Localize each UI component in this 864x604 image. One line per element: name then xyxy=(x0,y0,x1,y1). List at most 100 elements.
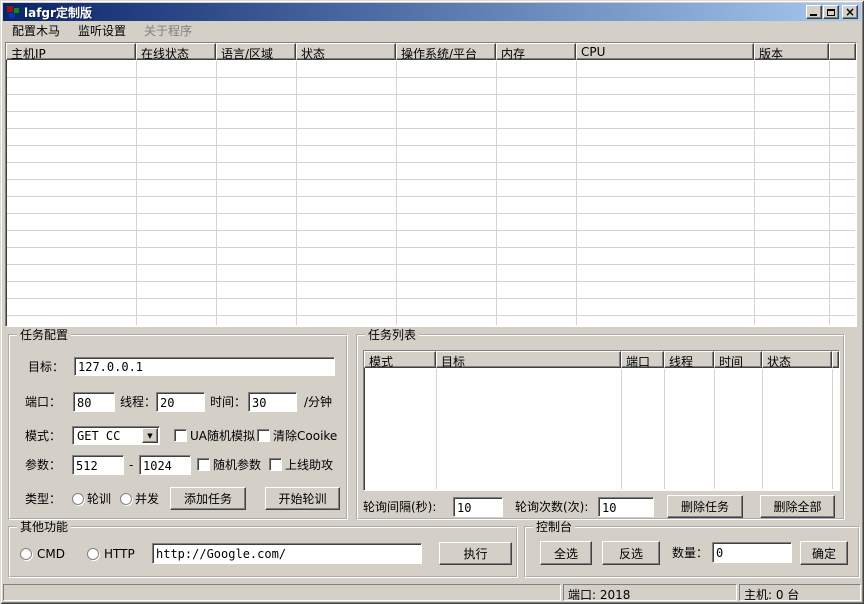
host-column-header[interactable]: 版本 xyxy=(754,43,829,60)
task-list-group: 任务列表 模式目标端口线程时间状态 轮询间隔(秒): 轮询次数(次): 删除任务… xyxy=(356,334,845,520)
status-panel-port: 端口: 2018 xyxy=(563,584,737,601)
param-label: 参数： xyxy=(25,455,61,475)
chevron-down-icon[interactable]: ▼ xyxy=(142,428,158,443)
thread-label: 线程： xyxy=(120,392,156,412)
poll-interval-input[interactable] xyxy=(453,497,503,517)
cmd-radio-label: CMD xyxy=(37,544,65,564)
column-grid-line xyxy=(216,61,217,325)
column-grid-line xyxy=(396,61,397,325)
round-training-radio[interactable] xyxy=(72,493,84,505)
host-column-header[interactable]: CPU xyxy=(576,43,754,60)
task-list-body[interactable] xyxy=(365,369,838,489)
column-grid-line xyxy=(576,61,577,325)
task-column-header[interactable] xyxy=(832,351,839,368)
delete-all-button[interactable]: 删除全部 xyxy=(760,495,835,518)
task-column-header[interactable]: 状态 xyxy=(762,351,832,368)
poll-count-label: 轮询次数(次): xyxy=(515,497,588,517)
http-radio-label: HTTP xyxy=(104,544,135,564)
time-input[interactable] xyxy=(248,392,297,412)
port-input[interactable] xyxy=(73,392,115,412)
target-input[interactable] xyxy=(74,357,335,376)
task-column-header[interactable]: 目标 xyxy=(436,351,621,368)
task-column-header[interactable]: 模式 xyxy=(364,351,436,368)
host-list-header: 主机IP在线状态语言/区域状态操作系统/平台内存CPU版本 xyxy=(6,43,856,60)
port-label: 端口： xyxy=(25,392,61,412)
confirm-button[interactable]: 确定 xyxy=(800,541,848,565)
minimize-button[interactable] xyxy=(806,5,822,19)
add-task-button[interactable]: 添加任务 xyxy=(170,487,246,510)
column-grid-line xyxy=(621,369,622,489)
app-icon xyxy=(6,5,20,19)
other-functions-group: 其他功能 CMD HTTP 执行 xyxy=(8,526,518,578)
task-column-header[interactable]: 端口 xyxy=(621,351,664,368)
random-param-checkbox[interactable] xyxy=(197,458,210,471)
titlebar[interactable]: lafgr定制版 × xyxy=(3,3,861,21)
titlebar-buttons: × xyxy=(805,5,858,19)
cmd-radio[interactable] xyxy=(20,548,32,560)
clear-cookie-checkbox-label: 清除Cooike xyxy=(273,426,337,446)
host-column-header[interactable] xyxy=(829,43,856,60)
poll-count-input[interactable] xyxy=(598,497,654,517)
column-grid-line xyxy=(832,369,833,489)
concurrent-radio-label: 并发 xyxy=(135,489,159,509)
host-column-header[interactable]: 语言/区域 xyxy=(216,43,296,60)
status-panel-main xyxy=(3,584,561,601)
delete-task-button[interactable]: 删除任务 xyxy=(667,495,743,518)
quantity-input[interactable] xyxy=(712,542,792,563)
start-round-training-button[interactable]: 开始轮训 xyxy=(265,487,340,510)
menu-item-about-program: 关于程序 xyxy=(135,22,201,41)
task-config-group-label: 任务配置 xyxy=(17,328,71,342)
task-column-header[interactable]: 时间 xyxy=(714,351,762,368)
online-assist-checkbox[interactable] xyxy=(269,458,282,471)
poll-interval-label: 轮询间隔(秒): xyxy=(363,497,436,517)
column-grid-line xyxy=(664,369,665,489)
maximize-button[interactable] xyxy=(823,5,839,19)
status-panel-hosts: 主机: 0 台 xyxy=(739,584,861,601)
app-window: lafgr定制版 × 配置木马 监听设置 关于程序 主机IP在线状态语言/区域状… xyxy=(0,0,864,604)
round-training-radio-label: 轮训 xyxy=(87,489,111,509)
execute-button[interactable]: 执行 xyxy=(439,542,512,565)
time-unit-label: /分钟 xyxy=(304,392,332,412)
http-radio[interactable] xyxy=(87,548,99,560)
param-max-input[interactable] xyxy=(139,455,191,475)
invert-selection-button[interactable]: 反选 xyxy=(602,541,660,565)
host-list-body[interactable] xyxy=(7,61,855,325)
menubar: 配置木马 监听设置 关于程序 xyxy=(3,22,861,41)
window-title: lafgr定制版 xyxy=(24,4,92,21)
mode-dropdown-value: GET CC xyxy=(77,429,120,443)
task-list-header: 模式目标端口线程时间状态 xyxy=(364,351,839,368)
mode-dropdown[interactable]: GET CC ▼ xyxy=(72,426,160,445)
host-list: 主机IP在线状态语言/区域状态操作系统/平台内存CPU版本 xyxy=(5,42,857,327)
minimize-icon xyxy=(810,14,817,16)
menu-item-config-trojan[interactable]: 配置木马 xyxy=(3,22,69,41)
online-assist-checkbox-label: 上线助攻 xyxy=(285,455,333,475)
concurrent-radio[interactable] xyxy=(120,493,132,505)
param-min-input[interactable] xyxy=(72,455,124,475)
column-grid-line xyxy=(714,369,715,489)
column-grid-line xyxy=(136,61,137,325)
host-column-header[interactable]: 内存 xyxy=(496,43,576,60)
thread-input[interactable] xyxy=(156,392,205,412)
close-button[interactable]: × xyxy=(842,5,858,19)
close-icon: × xyxy=(845,7,855,17)
column-grid-line xyxy=(754,61,755,325)
host-column-header[interactable]: 状态 xyxy=(296,43,396,60)
ua-random-checkbox-label: UA随机模拟 xyxy=(190,426,255,446)
select-all-button[interactable]: 全选 xyxy=(540,541,592,565)
console-group-label: 控制台 xyxy=(533,520,575,534)
type-label: 类型： xyxy=(25,489,61,509)
mode-label: 模式： xyxy=(25,426,61,446)
task-list-group-label: 任务列表 xyxy=(365,328,419,342)
menu-item-listen-settings[interactable]: 监听设置 xyxy=(69,22,135,41)
maximize-icon xyxy=(827,9,835,16)
statusbar: 端口: 2018 主机: 0 台 xyxy=(3,582,861,601)
ua-random-checkbox[interactable] xyxy=(174,429,187,442)
task-column-header[interactable]: 线程 xyxy=(664,351,714,368)
clear-cookie-checkbox[interactable] xyxy=(257,429,270,442)
url-input[interactable] xyxy=(152,543,422,564)
task-config-group: 任务配置 目标： 端口： 线程： 时间： /分钟 模式： GET CC ▼ UA… xyxy=(8,334,348,520)
host-column-header[interactable]: 操作系统/平台 xyxy=(396,43,496,60)
column-grid-line xyxy=(296,61,297,325)
host-column-header[interactable]: 主机IP xyxy=(6,43,136,60)
host-column-header[interactable]: 在线状态 xyxy=(136,43,216,60)
